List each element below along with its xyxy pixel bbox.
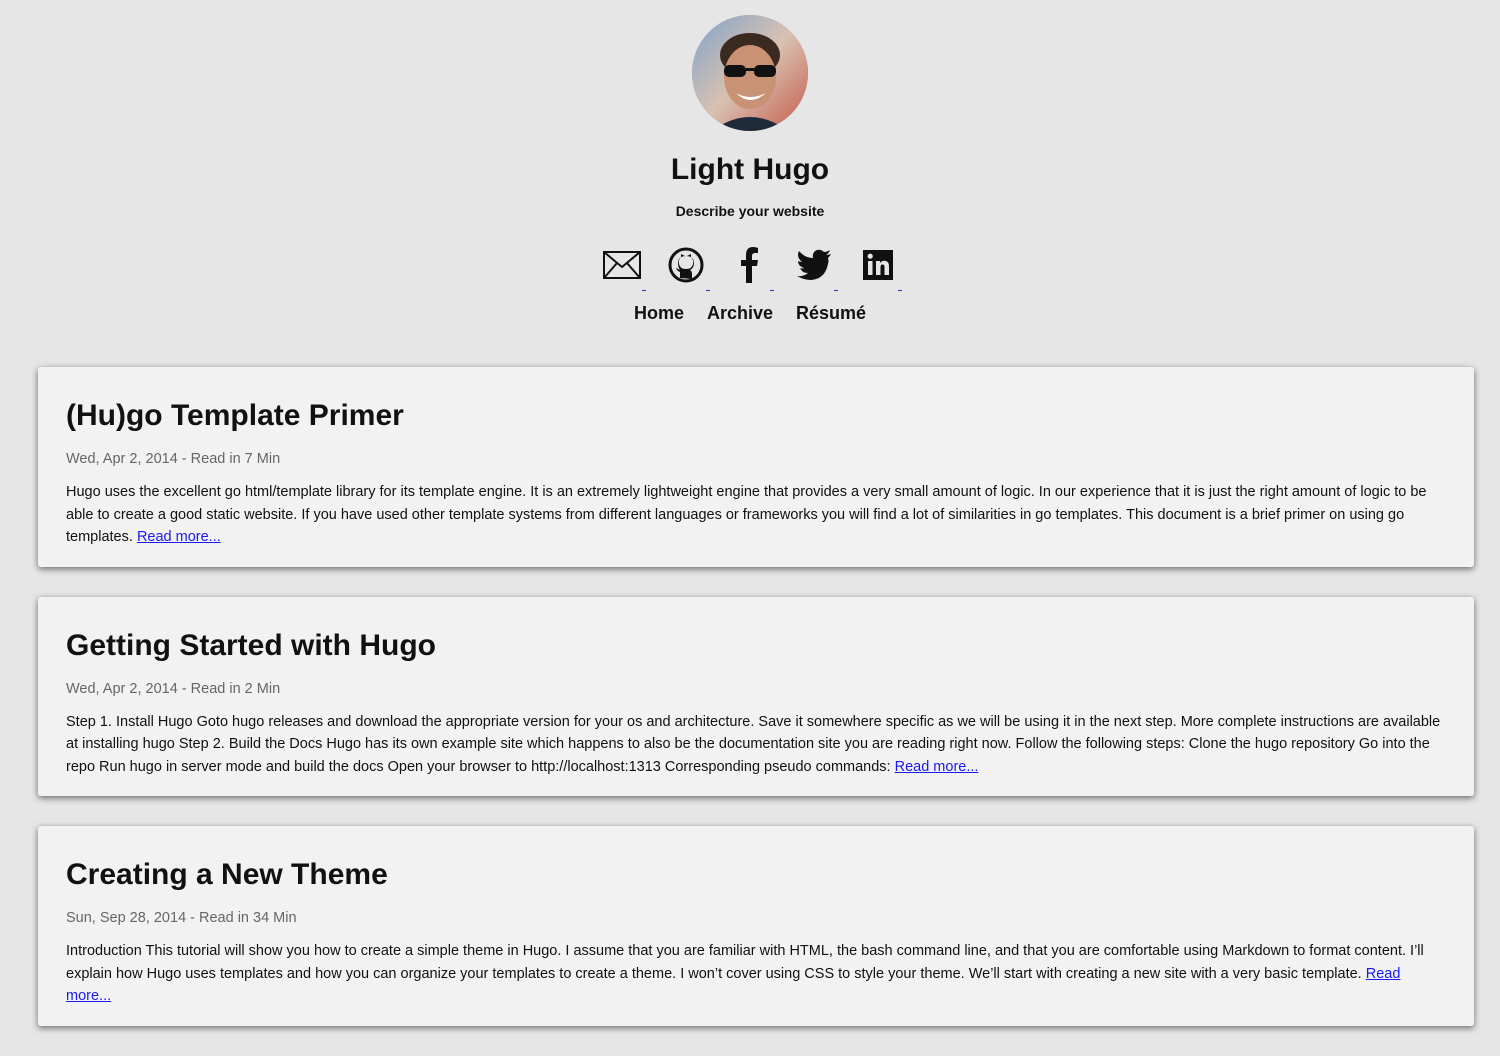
main-nav: Home Archive Résumé — [0, 301, 1500, 325]
github-link[interactable] — [666, 245, 710, 291]
post-summary-text: Step 1. Install Hugo Goto hugo releases … — [66, 713, 1441, 775]
post-meta: Sun, Sep 28, 2014 - Read in 34 Min — [66, 910, 297, 926]
post-meta: Wed, Apr 2, 2014 - Read in 2 Min — [66, 680, 281, 697]
post-card: (Hu)go Template Primer Wed, Apr 2, 2014 … — [38, 367, 1474, 567]
avatar[interactable] — [692, 15, 808, 131]
nav-archive[interactable]: Archive — [707, 301, 773, 325]
nav-resume[interactable]: Résumé — [796, 301, 866, 325]
post-list: (Hu)go Template Primer Wed, Apr 2, 2014 … — [38, 367, 1474, 1056]
twitter-link[interactable] — [794, 245, 838, 291]
mail-icon — [603, 251, 641, 279]
read-more-link[interactable]: Read more... — [137, 529, 221, 545]
facebook-link[interactable] — [730, 245, 774, 291]
twitter-icon — [797, 249, 831, 280]
post-summary: Hugo uses the excellent go html/template… — [66, 481, 1446, 549]
post-card: Creating a New Theme Sun, Sep 28, 2014 -… — [38, 826, 1474, 1026]
linkedin-icon — [863, 250, 893, 280]
site-title: Light Hugo — [670, 153, 830, 186]
site-description: Describe your website — [675, 203, 825, 219]
post-title[interactable]: Creating a New Theme — [66, 856, 1446, 894]
linkedin-link[interactable] — [858, 245, 902, 291]
post-title[interactable]: Getting Started with Hugo — [66, 627, 1446, 665]
nav-home[interactable]: Home — [634, 301, 684, 325]
facebook-icon — [741, 247, 758, 283]
post-summary-text: Hugo uses the excellent go html/template… — [66, 484, 1427, 545]
avatar-image — [692, 15, 808, 131]
email-link[interactable] — [602, 245, 646, 291]
post-summary: Introduction This tutorial will show you… — [66, 940, 1446, 1008]
read-more-link[interactable]: Read more... — [895, 759, 979, 775]
post-card: Getting Started with Hugo Wed, Apr 2, 20… — [38, 596, 1474, 796]
post-summary: Step 1. Install Hugo Goto hugo releases … — [66, 711, 1446, 779]
post-summary-text: Introduction This tutorial will show you… — [66, 943, 1424, 982]
post-title[interactable]: (Hu)go Template Primer — [66, 397, 1446, 435]
post-meta: Wed, Apr 2, 2014 - Read in 7 Min — [66, 451, 281, 467]
site-header: Light Hugo Describe your website Home Ar… — [0, 0, 1500, 325]
social-links — [0, 245, 1500, 291]
github-icon — [668, 247, 704, 283]
